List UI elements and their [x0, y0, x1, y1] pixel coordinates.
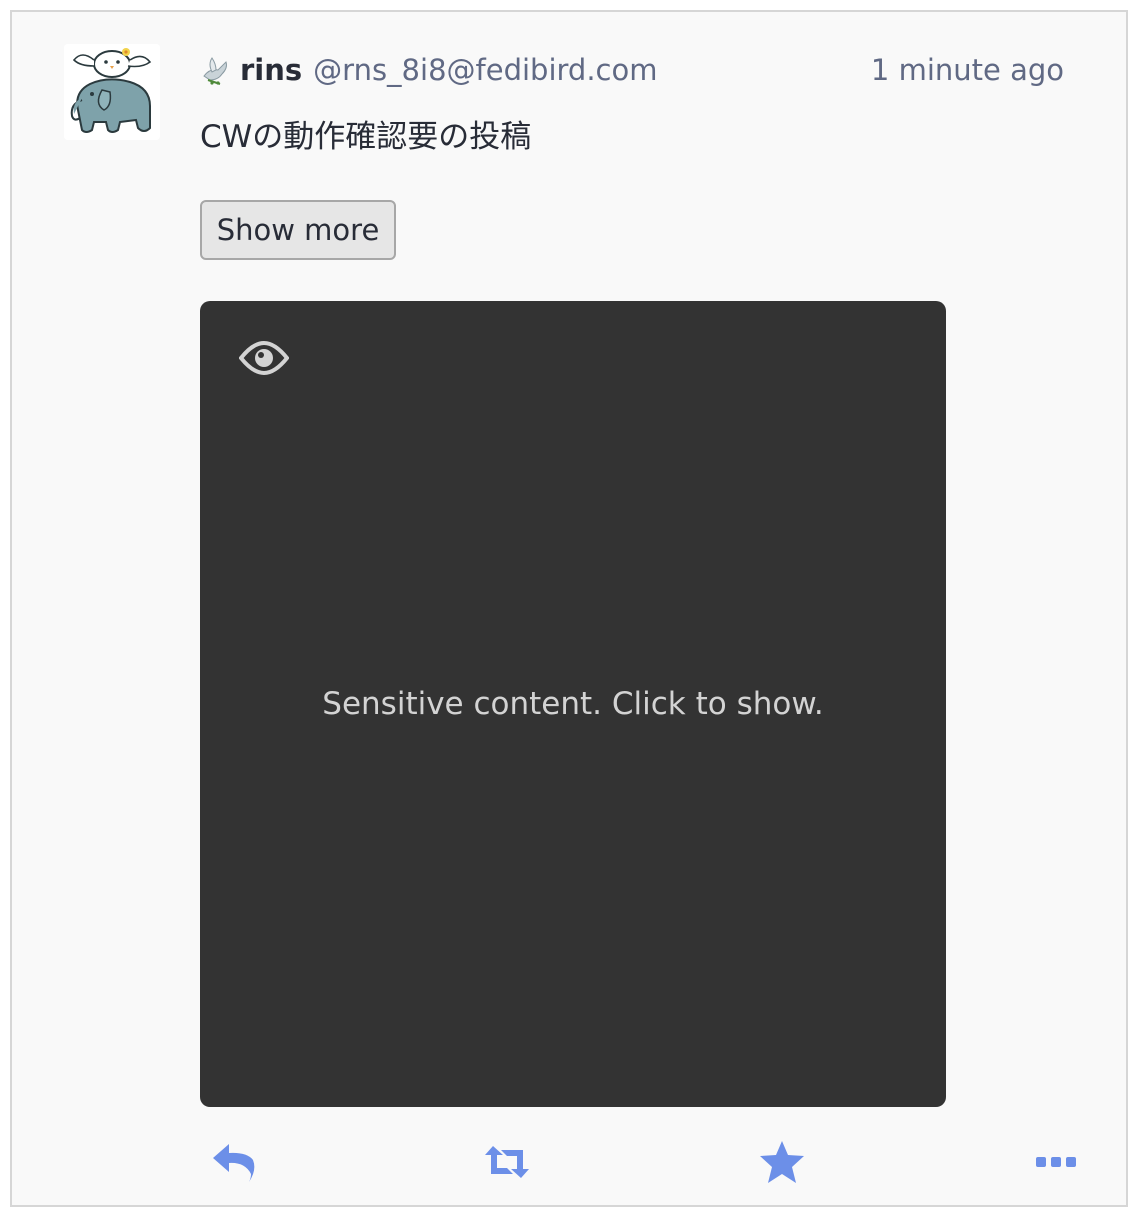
boost-button[interactable]: [479, 1136, 535, 1188]
ellipsis-icon: [1036, 1157, 1076, 1167]
elephant-avatar-icon: [64, 44, 160, 140]
status-card[interactable]: rins @rns_8i8@fedibird.com 1 minute ago …: [10, 10, 1128, 1207]
more-options-button[interactable]: [1028, 1136, 1084, 1188]
status-header: rins @rns_8i8@fedibird.com: [200, 50, 657, 90]
spoiler-text: CWの動作確認要の投稿: [200, 119, 532, 155]
avatar[interactable]: [64, 44, 160, 140]
display-name[interactable]: rins: [240, 53, 302, 87]
favourite-button[interactable]: [754, 1136, 810, 1188]
show-more-button[interactable]: Show more: [200, 200, 396, 260]
sensitive-content-label[interactable]: Sensitive content. Click to show.: [200, 686, 946, 722]
dove-icon: [200, 54, 232, 86]
reply-button[interactable]: [206, 1136, 262, 1188]
reply-icon: [213, 1144, 255, 1182]
timestamp[interactable]: 1 minute ago: [871, 50, 1064, 90]
sensitive-media[interactable]: Sensitive content. Click to show.: [200, 301, 946, 1107]
eye-icon[interactable]: [236, 337, 292, 379]
boost-icon: [485, 1146, 529, 1178]
star-icon: [760, 1141, 804, 1183]
account-handle[interactable]: @rns_8i8@fedibird.com: [313, 53, 657, 87]
